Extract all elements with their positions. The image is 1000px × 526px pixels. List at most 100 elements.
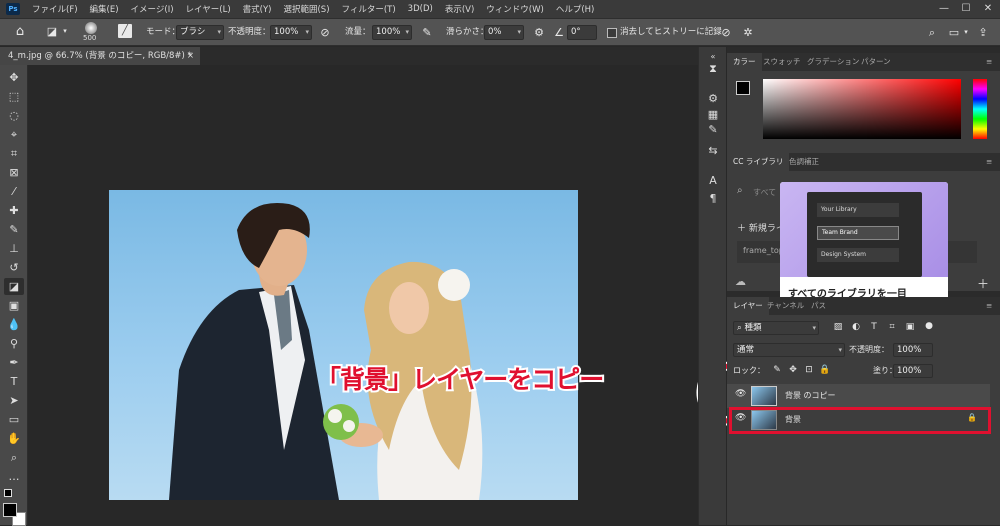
history-brush-tool-icon[interactable]: ↺ <box>4 259 24 276</box>
brush-preset-picker[interactable]: 500 <box>80 20 102 44</box>
hue-slider[interactable] <box>973 79 987 139</box>
move-tool-icon[interactable]: ✥ <box>4 69 24 86</box>
menu-view[interactable]: 表示(V) <box>439 3 480 15</box>
filter-type-icon[interactable]: T <box>867 320 881 335</box>
gear-icon[interactable]: ⚙ <box>532 25 546 40</box>
lasso-tool-icon[interactable]: ◌ <box>4 107 24 124</box>
minimize-button[interactable]: — <box>933 0 955 18</box>
menu-type[interactable]: 書式(Y) <box>237 3 278 15</box>
menu-3d[interactable]: 3D(D) <box>402 4 439 14</box>
path-select-tool-icon[interactable]: ➤ <box>4 392 24 409</box>
search-icon[interactable]: ⌕ <box>925 25 939 40</box>
close-button[interactable]: ✕ <box>977 0 999 18</box>
foreground-color-swatch[interactable] <box>736 81 750 95</box>
add-item-icon[interactable]: ＋ <box>977 275 989 292</box>
menu-file[interactable]: ファイル(F) <box>26 3 84 15</box>
share-icon[interactable]: ⇪ <box>976 25 990 40</box>
quick-select-tool-icon[interactable]: ⌖ <box>4 126 24 143</box>
panel-menu-icon[interactable]: ≡ <box>980 297 998 315</box>
history-panel-icon[interactable]: ⧗ <box>705 61 721 77</box>
type-tool-icon[interactable]: T <box>4 373 24 390</box>
lock-pixels-icon[interactable]: ✎ <box>771 363 783 378</box>
document-tab[interactable]: 4_m.jpg @ 66.7% (背景 のコピー, RGB/8#) * × <box>0 47 200 65</box>
tab-adjustments[interactable]: 色調補正 <box>783 153 825 171</box>
chevron-down-icon[interactable]: ▾ <box>962 25 970 40</box>
close-tab-icon[interactable]: × <box>187 47 194 65</box>
tab-patterns[interactable]: パターン <box>855 53 897 71</box>
panel-menu-icon[interactable]: ≡ <box>980 53 998 71</box>
symmetry-icon[interactable]: ✲ <box>741 25 755 40</box>
properties-panel-icon[interactable]: ⚙ <box>705 91 721 107</box>
menu-layer[interactable]: レイヤー(L) <box>180 3 237 15</box>
mode-select[interactable]: ブラシ ▾ <box>176 25 224 40</box>
maximize-button[interactable]: ☐ <box>955 0 977 18</box>
library-search-placeholder[interactable]: すべて <box>753 187 776 198</box>
zoom-tool-icon[interactable]: ⌕ <box>4 449 24 466</box>
opacity-input[interactable]: 100% ▾ <box>270 25 312 40</box>
document-image[interactable] <box>109 190 578 500</box>
blur-tool-icon[interactable]: 💧 <box>4 316 24 333</box>
lock-artboard-icon[interactable]: ⊡ <box>803 363 815 378</box>
filter-toggle-icon[interactable]: ● <box>923 319 935 334</box>
fill-input[interactable]: 100% <box>893 364 933 378</box>
gradient-tool-icon[interactable]: ▣ <box>4 297 24 314</box>
pressure-size-icon[interactable]: ⊘ <box>719 25 733 40</box>
filter-shape-icon[interactable]: ⌗ <box>885 320 899 335</box>
adjustments-panel-icon[interactable]: ⇆ <box>705 143 721 159</box>
eye-icon[interactable]: 👁 <box>735 389 746 399</box>
eraser-tool-icon[interactable]: ◪ <box>4 278 24 295</box>
menu-window[interactable]: ウィンドウ(W) <box>480 3 550 15</box>
tab-channels[interactable]: チャンネル <box>761 297 810 315</box>
smoothing-input[interactable]: 0% ▾ <box>484 25 524 40</box>
paragraph-panel-icon[interactable]: ¶ <box>705 191 721 207</box>
foreground-color-swatch[interactable] <box>3 503 17 517</box>
lock-position-icon[interactable]: ✥ <box>787 363 799 378</box>
color-field[interactable] <box>763 79 961 139</box>
tab-swatches[interactable]: スウォッチ <box>757 53 807 71</box>
tab-cc-libraries[interactable]: CC ライブラリ <box>727 153 790 171</box>
blend-mode-select[interactable]: 通常 ▾ <box>733 343 845 357</box>
dodge-tool-icon[interactable]: ⚲ <box>4 335 24 352</box>
pen-tool-icon[interactable]: ✒ <box>4 354 24 371</box>
frame-tool-icon[interactable]: ⊠ <box>4 164 24 181</box>
layer-filter-select[interactable]: ⌕ 種類 ▾ <box>733 321 819 335</box>
filter-smart-object-icon[interactable]: ▣ <box>903 320 917 335</box>
character-panel-icon[interactable]: A <box>705 173 721 189</box>
rectangle-tool-icon[interactable]: ▭ <box>4 411 24 428</box>
brush-tool-icon[interactable]: ✎ <box>4 221 24 238</box>
menu-filter[interactable]: フィルター(T) <box>336 3 402 15</box>
pressure-opacity-icon[interactable]: ⊘ <box>318 25 332 40</box>
flow-input[interactable]: 100% ▾ <box>372 25 412 40</box>
menu-help[interactable]: ヘルプ(H) <box>550 3 601 15</box>
layer-opacity-input[interactable]: 100% <box>893 343 933 357</box>
eraser-tool-icon[interactable]: ◪ <box>44 24 60 39</box>
eyedropper-tool-icon[interactable]: ⁄ <box>4 183 24 200</box>
brush-settings-panel-icon[interactable]: ✎ <box>705 122 721 138</box>
filter-adjustment-icon[interactable]: ◐ <box>849 320 863 335</box>
default-colors-icon[interactable] <box>4 489 12 497</box>
menu-select[interactable]: 選択範囲(S) <box>277 3 335 15</box>
tab-paths[interactable]: パス <box>805 297 832 315</box>
new-library-button[interactable]: ＋ 新規ライ <box>737 221 785 234</box>
filter-pixel-icon[interactable]: ▨ <box>831 320 845 335</box>
lock-all-icon[interactable]: 🔒 <box>819 363 831 378</box>
stamp-tool-icon[interactable]: ⊥ <box>4 240 24 257</box>
hand-tool-icon[interactable]: ✋ <box>4 430 24 447</box>
angle-input[interactable]: 0° <box>567 25 597 40</box>
healing-brush-tool-icon[interactable]: ✚ <box>4 202 24 219</box>
crop-tool-icon[interactable]: ⌗ <box>4 145 24 162</box>
menu-edit[interactable]: 編集(E) <box>84 3 125 15</box>
brush-settings-icon[interactable]: ╱ <box>118 24 132 38</box>
layer-row-background-copy[interactable]: 👁 背景 のコピー <box>727 384 990 408</box>
chevron-down-icon[interactable]: ▾ <box>60 24 70 39</box>
workspace-icon[interactable]: ▭ <box>946 25 962 40</box>
airbrush-icon[interactable]: ✎ <box>420 25 434 40</box>
more-tools-icon[interactable]: … <box>4 468 24 485</box>
erase-history-checkbox[interactable] <box>607 28 617 38</box>
styles-panel-icon[interactable]: ▦ <box>705 107 721 123</box>
photoshop-app-icon[interactable]: Ps <box>6 3 20 15</box>
marquee-tool-icon[interactable]: ⬚ <box>4 88 24 105</box>
panel-menu-icon[interactable]: ≡ <box>980 153 998 171</box>
menu-image[interactable]: イメージ(I) <box>125 3 180 15</box>
home-icon[interactable]: ⌂ <box>12 24 28 39</box>
